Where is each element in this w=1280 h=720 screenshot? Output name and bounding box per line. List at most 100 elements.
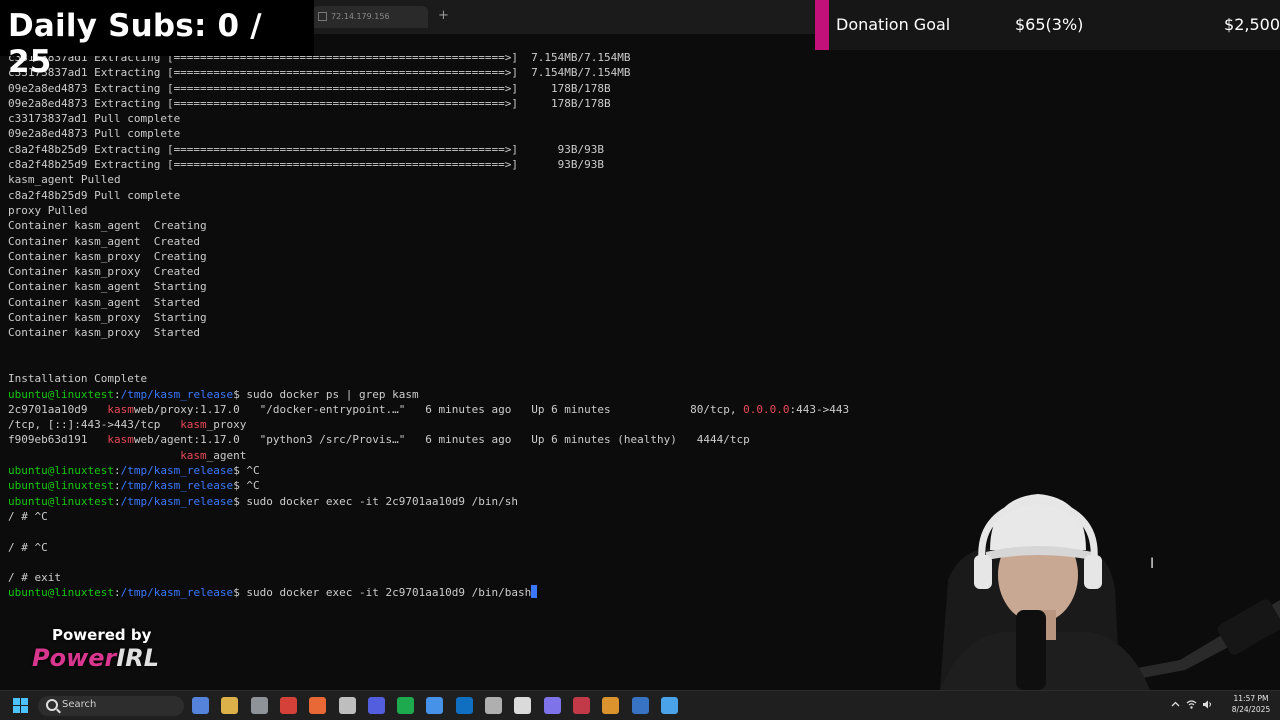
taskbar-clock[interactable]: 11:57 PM 8/24/2025 [1228,693,1274,715]
spotify-icon[interactable] [397,697,415,714]
chrome-dev-icon[interactable] [602,697,620,714]
powered-by-logo: Powered by PowerIRL [24,622,184,678]
terminal-text: : [113,464,121,478]
taskbar-search[interactable]: Search [38,696,184,716]
terminal-text: / # ^C [8,540,48,554]
terminal-text: ubuntu@linuxtest [8,479,114,493]
terminal-text: Container kasm_agent Creating [8,219,207,233]
wifi-icon[interactable] [1186,699,1197,710]
daily-subs-overlay: Daily Subs: 0 / 25 [0,0,314,80]
text-cursor-icon: I [1150,556,1155,572]
terminal-text: 09e2a8ed4873 Extracting [===============… [8,81,611,95]
terminal-line: 2c9701aa10d9 kasmweb/proxy:1.17.0 "/dock… [8,402,849,417]
terminal-text: Container kasm_proxy Created [8,265,201,279]
terminal-text: /tmp/kasm_release [120,464,234,478]
chevron-up-icon[interactable] [1170,699,1181,710]
terminal-line: Container kasm_proxy Created [8,264,849,279]
terminal-line: c8a2f48b25d9 Extracting [===============… [8,157,849,172]
donation-goal-overlay: Donation Goal $65(3%) $2,500 [815,0,1280,50]
terminal-text: c8a2f48b25d9 Extracting [===============… [8,158,605,172]
volume-icon[interactable] [1202,699,1213,710]
photos-icon[interactable] [543,697,561,714]
openai-icon[interactable] [338,697,356,714]
terminal-tab-title: 72.14.179.156 [331,12,390,21]
copilot-icon[interactable] [192,697,209,714]
file-explorer-icon[interactable] [221,697,239,714]
terminal-line: kasm_agent Pulled [8,172,849,187]
terminal-cursor [531,585,538,599]
terminal-line: / # exit [8,570,849,585]
terminal-line: 09e2a8ed4873 Pull complete [8,126,849,141]
terminal-line: 09e2a8ed4873 Extracting [===============… [8,96,849,111]
terminal-line: c8a2f48b25d9 Extracting [===============… [8,142,849,157]
terminal-text: /tmp/kasm_release [120,586,234,600]
terminal-text: proxy Pulled [8,203,88,217]
mail-icon[interactable] [485,697,502,714]
terminal-line: Container kasm_proxy Creating [8,249,849,264]
firefox-icon[interactable] [309,697,327,714]
terminal-line: c8a2f48b25d9 Pull complete [8,188,849,203]
discord-icon[interactable] [367,697,385,714]
terminal-text: : [113,479,121,493]
media-icon[interactable] [631,697,649,714]
terminal-text: ubuntu@linuxtest [8,464,114,478]
terminal-text: _proxy [206,418,247,432]
terminal-line: Container kasm_agent Created [8,234,849,249]
taskbar: Search 11:57 PM 8/24/2025 [0,690,1280,720]
terminal-text: : [113,387,121,401]
terminal-text: ubuntu@linuxtest [8,387,114,401]
calculator-icon[interactable] [660,697,678,714]
outlook-icon[interactable] [455,697,473,714]
terminal-text: $ ^C [233,479,260,493]
terminal-text: $ ^C [233,464,260,478]
terminal-line: Installation Complete [8,371,849,386]
start-button[interactable] [12,697,29,714]
chrome-icon[interactable] [279,697,297,714]
terminal-line: ubuntu@linuxtest:/tmp/kasm_release$ sudo… [8,494,849,509]
donation-progress-bar [815,0,829,50]
terminal-tab-icon [318,12,327,21]
terminal-line: ubuntu@linuxtest:/tmp/kasm_release$ sudo… [8,585,849,600]
terminal-text: / # exit [8,571,61,585]
terminal-line: kasm_agent [8,448,849,463]
terminal-text: 0.0.0.0 [743,402,790,416]
terminal-tab[interactable]: 72.14.179.156 [312,6,428,28]
terminal-text: $ sudo docker ps | grep kasm [233,387,419,401]
settings-icon[interactable] [250,697,268,714]
notion-icon[interactable] [514,697,532,714]
terminal-text: :443->443 [789,402,850,416]
terminal-text: Container kasm_proxy Started [8,326,201,340]
terminal-line: ubuntu@linuxtest:/tmp/kasm_release$ sudo… [8,387,849,402]
terminal-icon[interactable] [426,697,444,714]
new-tab-button[interactable]: + [438,8,449,23]
vpn-icon[interactable] [572,697,590,714]
streamer-image [920,470,1280,690]
terminal-text: 09e2a8ed4873 Extracting [===============… [8,96,611,110]
search-icon [46,699,58,711]
terminal-line: f909eb63d191 kasmweb/agent:1.17.0 "pytho… [8,432,849,447]
brand-logo: PowerIRL [32,644,160,672]
terminal-text: $ sudo docker exec -it 2c9701aa10d9 /bin… [233,494,518,508]
terminal-line: / # ^C [8,540,849,555]
terminal-text: Container kasm_agent Starting [8,280,207,294]
terminal-text: /tmp/kasm_release [120,387,234,401]
terminal-text: kasm [180,448,207,462]
terminal-text: 09e2a8ed4873 Pull complete [8,127,181,141]
terminal-text: Container kasm_agent Started [8,295,201,309]
clock-date: 8/24/2025 [1231,705,1271,714]
terminal-output[interactable]: c33173837ad1 Extracting [===============… [8,50,849,601]
terminal-text: ubuntu@linuxtest [8,494,114,508]
terminal-text: c33173837ad1 Pull complete [8,112,181,126]
terminal-text: web/proxy:1.17.0 "/docker-entrypoint.…" … [133,402,744,416]
terminal-text: Container kasm_proxy Creating [8,249,207,263]
terminal-text: _agent [206,448,247,462]
terminal-text: Container kasm_agent Created [8,234,201,248]
terminal-text: /tmp/kasm_release [120,479,234,493]
terminal-text: : [113,586,121,600]
terminal-text: c8a2f48b25d9 Extracting [===============… [8,142,605,156]
terminal-line: /tcp, [::]:443->443/tcp kasm_proxy [8,417,849,432]
